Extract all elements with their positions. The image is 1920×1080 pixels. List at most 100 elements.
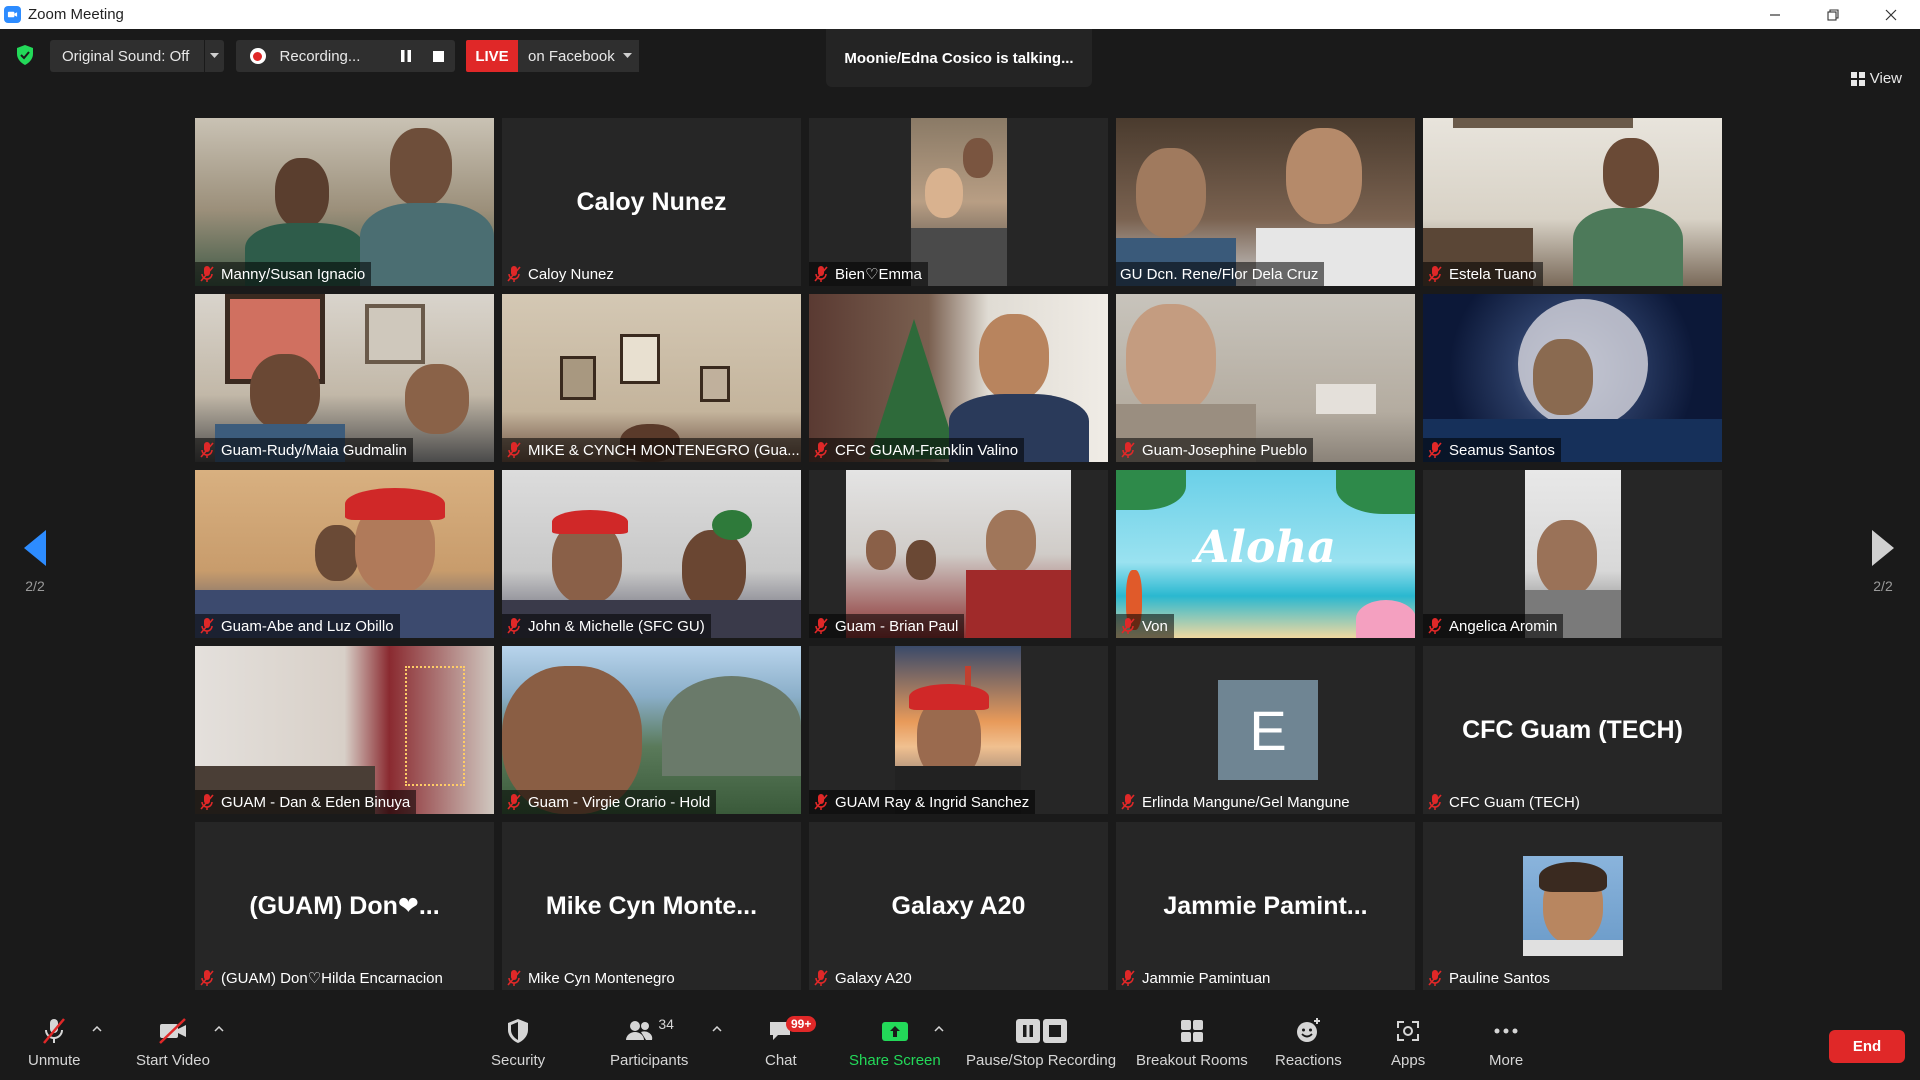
next-page-button[interactable]: 2/2 bbox=[1863, 530, 1903, 594]
participant-tile[interactable]: Caloy Nunez Caloy Nunez bbox=[502, 118, 801, 286]
participant-name-tag: Pauline Santos bbox=[1423, 966, 1556, 990]
participant-video bbox=[895, 646, 1021, 814]
original-sound-label: Original Sound: Off bbox=[62, 47, 190, 65]
participant-tile[interactable]: CFC GUAM-Franklin Valino bbox=[809, 294, 1108, 462]
participant-tile[interactable]: Guam - Brian Paul bbox=[809, 470, 1108, 638]
muted-microphone-icon bbox=[507, 794, 521, 810]
participant-name-tag: GUAM - Dan & Eden Binuya bbox=[195, 790, 417, 814]
participant-tile[interactable]: Manny/Susan Ignacio bbox=[195, 118, 494, 286]
pause-stop-icon bbox=[1016, 1019, 1068, 1043]
participant-tile[interactable]: (GUAM) Don❤... (GUAM) Don♡Hilda Encarnac… bbox=[195, 822, 494, 990]
participant-name-tag: Guam - Brian Paul bbox=[809, 614, 965, 638]
arrow-right-icon bbox=[1872, 530, 1894, 566]
participant-tile[interactable]: GU Dcn. Rene/Flor Dela Cruz bbox=[1116, 118, 1415, 286]
share-screen-button[interactable]: Share Screen bbox=[849, 1016, 941, 1069]
participant-tile[interactable]: Pauline Santos bbox=[1423, 822, 1722, 990]
participant-tile[interactable]: Guam - Virgie Orario - Hold bbox=[502, 646, 801, 814]
participants-options-chevron-icon[interactable] bbox=[712, 1026, 722, 1032]
share-options-chevron-icon[interactable] bbox=[934, 1026, 944, 1032]
chat-label: Chat bbox=[765, 1052, 797, 1069]
unmute-button[interactable]: Unmute bbox=[28, 1016, 81, 1069]
participant-name: Bien♡Emma bbox=[835, 266, 922, 283]
participant-name: Guam - Brian Paul bbox=[835, 617, 959, 635]
live-stream-status[interactable]: LIVE on Facebook bbox=[466, 40, 639, 72]
participant-name: MIKE & CYNCH MONTENEGRO (Gua... bbox=[528, 441, 800, 459]
participant-name-tag: Bien♡Emma bbox=[809, 262, 928, 286]
participant-name: GUAM Ray & Ingrid Sanchez bbox=[835, 793, 1030, 811]
participant-name-tag: CFC Guam (TECH) bbox=[1423, 790, 1586, 814]
participant-name: (GUAM) Don♡Hilda Encarnacion bbox=[221, 970, 443, 987]
audio-options-chevron-icon[interactable] bbox=[92, 1026, 102, 1032]
participant-tile[interactable]: Guam-Rudy/Maia Gudmalin bbox=[195, 294, 494, 462]
chevron-down-icon bbox=[622, 53, 632, 58]
recording-status: Recording... bbox=[236, 40, 455, 72]
participant-name-tag: Guam-Josephine Pueblo bbox=[1116, 438, 1314, 462]
participant-name: Erlinda Mangune/Gel Mangune bbox=[1142, 793, 1350, 811]
participants-count: 34 bbox=[658, 1016, 674, 1032]
participant-video bbox=[911, 118, 1007, 286]
participant-name: CFC GUAM-Franklin Valino bbox=[835, 441, 1019, 459]
participant-video bbox=[1423, 118, 1722, 286]
participant-video bbox=[809, 294, 1108, 462]
stop-recording-icon[interactable] bbox=[422, 40, 455, 72]
participant-display-name: Caloy Nunez bbox=[576, 187, 727, 216]
participant-tile[interactable]: Jammie Pamint... Jammie Pamintuan bbox=[1116, 822, 1415, 990]
reactions-button[interactable]: Reactions bbox=[1275, 1016, 1342, 1069]
participant-name: GU Dcn. Rene/Flor Dela Cruz bbox=[1120, 265, 1319, 283]
participant-tile[interactable]: Guam-Abe and Luz Obillo bbox=[195, 470, 494, 638]
participant-tile[interactable]: GUAM - Dan & Eden Binuya bbox=[195, 646, 494, 814]
live-destination[interactable]: on Facebook bbox=[518, 40, 639, 72]
participant-name: Galaxy A20 bbox=[835, 969, 912, 987]
participant-tile[interactable]: Estela Tuano bbox=[1423, 118, 1722, 286]
participant-image: Aloha bbox=[1116, 470, 1415, 638]
participant-tile[interactable]: Bien♡Emma bbox=[809, 118, 1108, 286]
participant-name-tag: Caloy Nunez bbox=[502, 262, 620, 286]
participant-name: Guam-Abe and Luz Obillo bbox=[221, 617, 394, 635]
end-meeting-button[interactable]: End bbox=[1829, 1030, 1905, 1063]
encryption-shield-icon[interactable] bbox=[15, 44, 35, 66]
participant-name: Pauline Santos bbox=[1449, 969, 1550, 987]
close-icon[interactable] bbox=[1862, 0, 1920, 29]
apps-button[interactable]: Apps bbox=[1391, 1016, 1425, 1069]
participant-name: Angelica Aromin bbox=[1449, 617, 1558, 635]
participant-name: Guam-Josephine Pueblo bbox=[1142, 441, 1308, 459]
participant-tile[interactable]: GUAM Ray & Ingrid Sanchez bbox=[809, 646, 1108, 814]
participant-tile[interactable]: John & Michelle (SFC GU) bbox=[502, 470, 801, 638]
breakout-rooms-button[interactable]: Breakout Rooms bbox=[1136, 1016, 1248, 1069]
minimize-icon[interactable] bbox=[1746, 0, 1804, 29]
restore-icon[interactable] bbox=[1804, 0, 1862, 29]
participant-tile[interactable]: Guam-Josephine Pueblo bbox=[1116, 294, 1415, 462]
pause-recording-icon[interactable] bbox=[389, 40, 422, 72]
participant-tile[interactable]: Galaxy A20 Galaxy A20 bbox=[809, 822, 1108, 990]
participant-name: Von bbox=[1142, 617, 1168, 635]
participant-tile[interactable]: MIKE & CYNCH MONTENEGRO (Gua... bbox=[502, 294, 801, 462]
participant-name-tag: Guam-Rudy/Maia Gudmalin bbox=[195, 438, 413, 462]
previous-page-button[interactable]: 2/2 bbox=[15, 530, 55, 594]
participant-tile[interactable]: Aloha Von bbox=[1116, 470, 1415, 638]
participant-video bbox=[195, 470, 494, 638]
more-button[interactable]: More bbox=[1489, 1016, 1523, 1069]
muted-microphone-icon bbox=[1428, 970, 1442, 986]
participant-tile[interactable]: Mike Cyn Monte... Mike Cyn Montenegro bbox=[502, 822, 801, 990]
view-button[interactable]: View bbox=[1850, 70, 1902, 87]
chevron-down-icon[interactable] bbox=[204, 40, 224, 72]
live-destination-label: on Facebook bbox=[528, 47, 615, 65]
muted-microphone-icon bbox=[1121, 970, 1135, 986]
pause-stop-recording-button[interactable]: Pause/Stop Recording bbox=[966, 1016, 1116, 1069]
video-options-chevron-icon[interactable] bbox=[214, 1026, 224, 1032]
participant-tile[interactable]: Angelica Aromin bbox=[1423, 470, 1722, 638]
ellipsis-icon bbox=[1494, 1028, 1518, 1034]
participant-name-tag: Erlinda Mangune/Gel Mangune bbox=[1116, 790, 1356, 814]
participant-name-tag: GUAM Ray & Ingrid Sanchez bbox=[809, 790, 1036, 814]
start-video-button[interactable]: Start Video bbox=[136, 1016, 210, 1069]
zoom-app-icon bbox=[4, 6, 21, 23]
participants-button[interactable]: 34 Participants bbox=[610, 1016, 688, 1069]
participant-tile[interactable]: E Erlinda Mangune/Gel Mangune bbox=[1116, 646, 1415, 814]
participant-tile[interactable]: Seamus Santos bbox=[1423, 294, 1722, 462]
security-button[interactable]: Security bbox=[491, 1016, 545, 1069]
unmute-label: Unmute bbox=[28, 1052, 81, 1069]
participant-display-name: Jammie Pamint... bbox=[1163, 891, 1368, 920]
original-sound-button[interactable]: Original Sound: Off bbox=[50, 40, 224, 72]
participant-tile[interactable]: CFC Guam (TECH) CFC Guam (TECH) bbox=[1423, 646, 1722, 814]
participant-name-tag: (GUAM) Don♡Hilda Encarnacion bbox=[195, 966, 449, 990]
